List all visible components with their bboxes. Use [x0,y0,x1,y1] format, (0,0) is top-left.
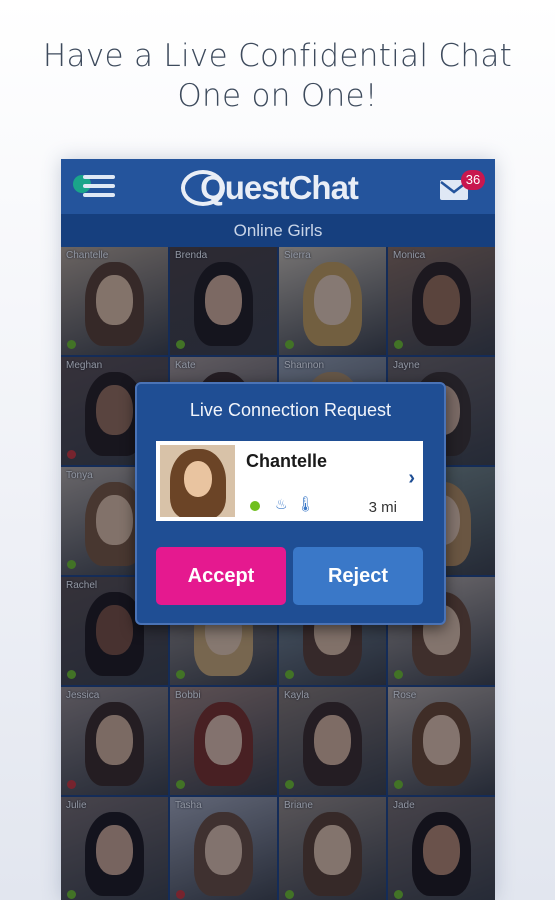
requester-distance: 3 mi [368,499,397,516]
section-title: Online Girls [61,214,495,247]
photo-face [184,461,212,497]
hamburger-bar [83,184,115,188]
promo-headline: Have a Live Confidential Chat One on One… [0,36,555,116]
requester-name: Chantelle [246,451,328,471]
accept-button[interactable]: Accept [156,547,286,605]
dialog-title: Live Connection Request [189,400,392,420]
chevron-right-icon[interactable]: › [408,467,415,490]
requester-card[interactable]: Chantelle ♨ 🌡 3 mi › [156,441,423,521]
reject-button[interactable]: Reject [293,547,423,605]
hamburger-icon [83,175,115,179]
thermometer-icon: 🌡 [296,496,316,513]
hamburger-bar [83,193,115,197]
logo-q-ring [181,170,225,206]
headline-line-2: One on One! [177,78,378,114]
menu-button[interactable] [73,173,117,201]
unread-count-badge: 36 [461,170,485,190]
app-logo: QuestChat [179,167,379,209]
connection-request-dialog: Live Connection Request Chantelle ♨ 🌡 3 … [135,382,446,625]
online-dot-icon [250,501,260,511]
top-bar: QuestChat 36 [61,159,495,214]
app-screen: QuestChat 36 Online Girls Chantelle Brend… [61,159,495,900]
headline-line-1: Have a Live Confidential Chat [42,38,513,74]
flame-icon: ♨ [275,496,288,512]
requester-photo [160,445,235,517]
